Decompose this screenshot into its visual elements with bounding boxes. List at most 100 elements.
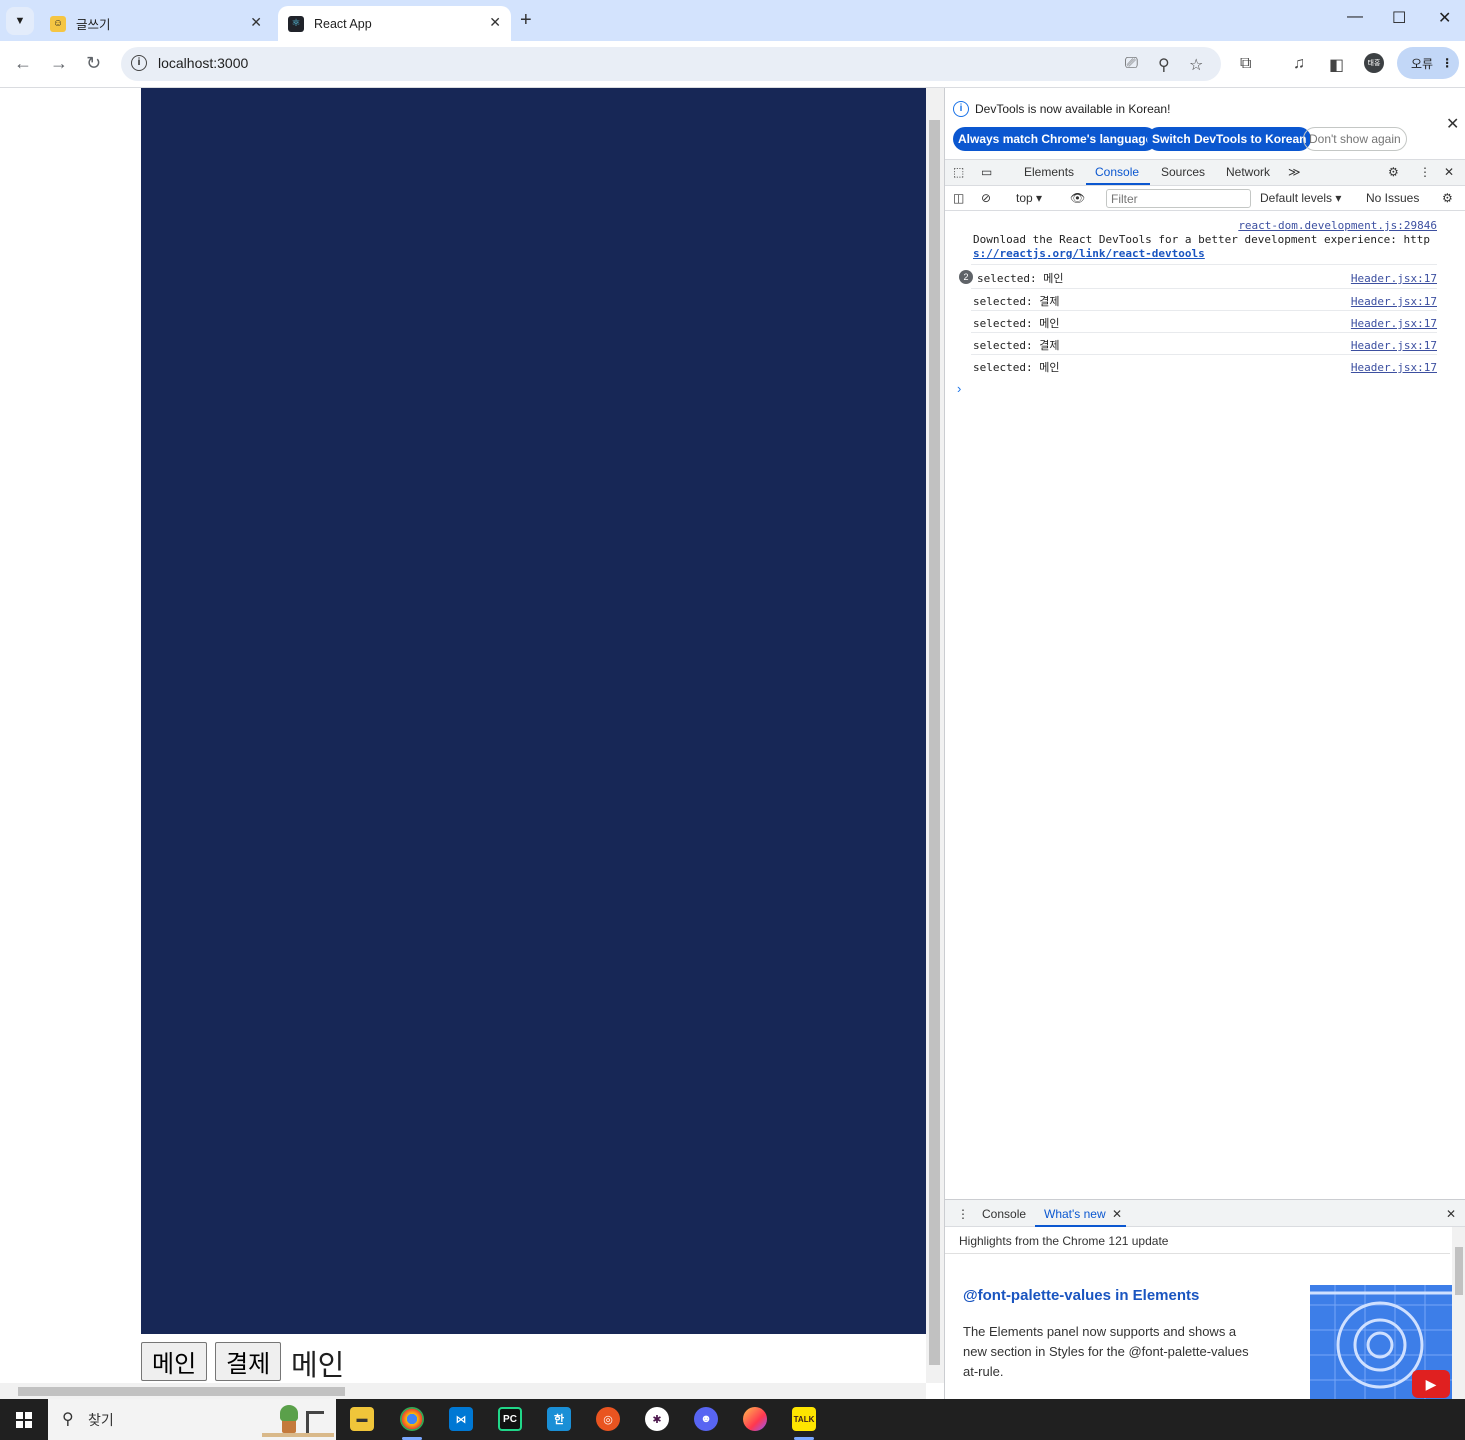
back-button[interactable]: ←: [14, 53, 32, 74]
inspect-element-icon[interactable]: ⬚: [953, 165, 964, 179]
console-prompt-icon[interactable]: ›: [957, 381, 961, 396]
ubuntu-icon[interactable]: ◎: [596, 1407, 620, 1431]
dont-show-again-button[interactable]: Don't show again: [1303, 127, 1407, 151]
tab-title: React App: [314, 16, 372, 31]
close-icon[interactable]: ✕: [250, 14, 262, 31]
switch-to-korean-button[interactable]: Switch DevTools to Korean: [1147, 127, 1312, 151]
react-icon: ⚛: [288, 15, 304, 32]
browser-tab-write[interactable]: ☺ 글쓰기 ✕: [40, 6, 272, 41]
close-icon[interactable]: ✕: [489, 14, 501, 31]
drawer-tab-console[interactable]: Console: [982, 1207, 1026, 1221]
side-panel-icon[interactable]: ◧: [1329, 55, 1344, 75]
log-message: selected: 결제: [973, 339, 1060, 352]
issues-counter[interactable]: No Issues: [1366, 191, 1419, 205]
close-tab-icon[interactable]: ✕: [1112, 1207, 1122, 1221]
more-tabs-icon[interactable]: ≫: [1288, 165, 1301, 179]
infobar-message: DevTools is now available in Korean!: [975, 102, 1171, 116]
search-label: 찾기: [88, 1412, 114, 1428]
bookmark-star-icon[interactable]: ☆: [1189, 55, 1203, 75]
reload-button[interactable]: ↻: [86, 53, 101, 74]
tab-console[interactable]: Console: [1095, 165, 1139, 179]
drawer-scroll-thumb[interactable]: [1455, 1247, 1463, 1295]
log-source-link[interactable]: Header.jsx:17: [1351, 272, 1437, 285]
close-devtools-icon[interactable]: ✕: [1444, 165, 1454, 179]
vertical-scroll-thumb[interactable]: [929, 120, 940, 1365]
context-selector[interactable]: top ▾: [1016, 191, 1042, 205]
settings-gear-icon[interactable]: ⚙: [1388, 165, 1399, 179]
main-button[interactable]: 메인: [141, 1342, 208, 1381]
hangul-icon[interactable]: 한: [547, 1407, 571, 1431]
new-tab-button[interactable]: +: [520, 9, 532, 32]
browser-tab-react-app[interactable]: ⚛ React App ✕: [278, 6, 511, 41]
pycharm-icon[interactable]: PC: [498, 1407, 522, 1431]
console-message: selected: 메인 Header.jsx:17: [971, 267, 1437, 289]
kakaotalk-icon[interactable]: TALK: [792, 1407, 816, 1431]
horizontal-scroll-thumb[interactable]: [18, 1387, 345, 1396]
react-devtools-link[interactable]: s://reactjs.org/link/react-devtools: [973, 247, 1205, 260]
tab-elements[interactable]: Elements: [1024, 165, 1074, 179]
vscode-icon[interactable]: ⋈: [449, 1407, 473, 1431]
vertical-scrollbar[interactable]: [926, 88, 944, 1383]
log-source-link[interactable]: Header.jsx:17: [1351, 295, 1437, 308]
minimize-button[interactable]: —: [1347, 8, 1363, 26]
slack-icon[interactable]: ✱: [645, 1407, 669, 1431]
drawer-scrollbar[interactable]: [1452, 1227, 1465, 1400]
taskbar-search-box[interactable]: ⚲ 찾기: [48, 1399, 336, 1440]
sidebar-toggle-icon[interactable]: ◫: [953, 191, 964, 205]
log-source-link[interactable]: react-dom.development.js:29846: [1238, 219, 1437, 232]
log-source-link[interactable]: Header.jsx:17: [1351, 361, 1437, 374]
info-icon: i: [953, 101, 969, 117]
desk-shelf: [262, 1433, 334, 1437]
console-filter-input[interactable]: Filter: [1106, 189, 1251, 208]
tab-title: 글쓰기: [76, 18, 111, 32]
console-message: selected: 메인 Header.jsx:17: [971, 355, 1437, 377]
log-message: selected: 메인: [973, 361, 1060, 374]
feature-title-link[interactable]: @font-palette-values in Elements: [963, 1287, 1199, 1304]
windows-start-icon[interactable]: [16, 1412, 32, 1428]
log-levels-dropdown[interactable]: Default levels ▾: [1260, 191, 1341, 205]
tab-search-button[interactable]: ▼: [6, 7, 34, 35]
url-text: localhost:3000: [158, 55, 249, 71]
zoom-icon[interactable]: ⚲: [1158, 55, 1170, 75]
install-app-icon[interactable]: ⎚: [1125, 55, 1138, 73]
device-toolbar-icon[interactable]: ▭: [981, 165, 992, 179]
media-control-icon[interactable]: ♫: [1293, 55, 1305, 73]
browser-toolbar: ← → ↻ i localhost:3000 ⎚ ⚲ ☆ ⧉ ♫ ◧: [0, 41, 1465, 88]
log-message: Download the React DevTools for a better…: [973, 233, 1430, 246]
drawer-menu-icon[interactable]: ⋮: [957, 1207, 969, 1221]
tab-sources[interactable]: Sources: [1161, 165, 1205, 179]
windows-taskbar: ⚲ 찾기 ▬ ⋈ PC 한 ◎ ✱ ☻ TALK: [0, 1399, 1465, 1440]
active-tab-indicator: [1086, 183, 1150, 185]
horizontal-scrollbar[interactable]: [0, 1383, 926, 1399]
error-menu-button[interactable]: 오류 ⋮: [1397, 47, 1459, 79]
log-source-link[interactable]: Header.jsx:17: [1351, 317, 1437, 330]
youtube-play-icon[interactable]: ▶: [1412, 1370, 1450, 1398]
payment-button[interactable]: 결제: [215, 1342, 282, 1381]
address-bar[interactable]: i localhost:3000: [121, 47, 1221, 81]
file-explorer-icon[interactable]: ▬: [350, 1407, 374, 1431]
chrome-icon[interactable]: [400, 1407, 424, 1431]
drawer-tab-whats-new[interactable]: What's new: [1044, 1207, 1106, 1221]
window-close-button[interactable]: ✕: [1438, 8, 1451, 28]
browser-tab-strip: ▼ ☺ 글쓰기 ✕ ⚛ React App ✕ + — ☐ ✕: [0, 0, 1465, 41]
active-tab-indicator: [1035, 1225, 1126, 1227]
close-drawer-icon[interactable]: ✕: [1446, 1207, 1456, 1221]
console-message: react-dom.development.js:29846 Download …: [971, 218, 1437, 265]
smiley-note-icon: ☺: [50, 15, 66, 32]
site-info-icon[interactable]: i: [131, 55, 147, 71]
log-source-link[interactable]: Header.jsx:17: [1351, 339, 1437, 352]
clear-console-icon[interactable]: ⊘: [981, 191, 991, 205]
kebab-menu-icon[interactable]: ⋮: [1419, 165, 1431, 179]
profile-avatar[interactable]: 태홍: [1364, 53, 1384, 73]
console-settings-gear-icon[interactable]: ⚙: [1442, 191, 1453, 205]
extensions-icon[interactable]: ⧉: [1240, 55, 1251, 73]
discord-icon[interactable]: ☻: [694, 1407, 718, 1431]
always-match-language-button[interactable]: Always match Chrome's language: [953, 127, 1158, 151]
maximize-button[interactable]: ☐: [1392, 8, 1406, 28]
feature-video-thumbnail[interactable]: ▶: [1310, 1285, 1453, 1400]
forward-button[interactable]: →: [50, 53, 68, 74]
firefox-icon[interactable]: [743, 1407, 767, 1431]
close-icon[interactable]: ✕: [1446, 114, 1459, 134]
tab-network[interactable]: Network: [1226, 165, 1270, 179]
live-expression-eye-icon[interactable]: 👁: [1070, 191, 1085, 205]
